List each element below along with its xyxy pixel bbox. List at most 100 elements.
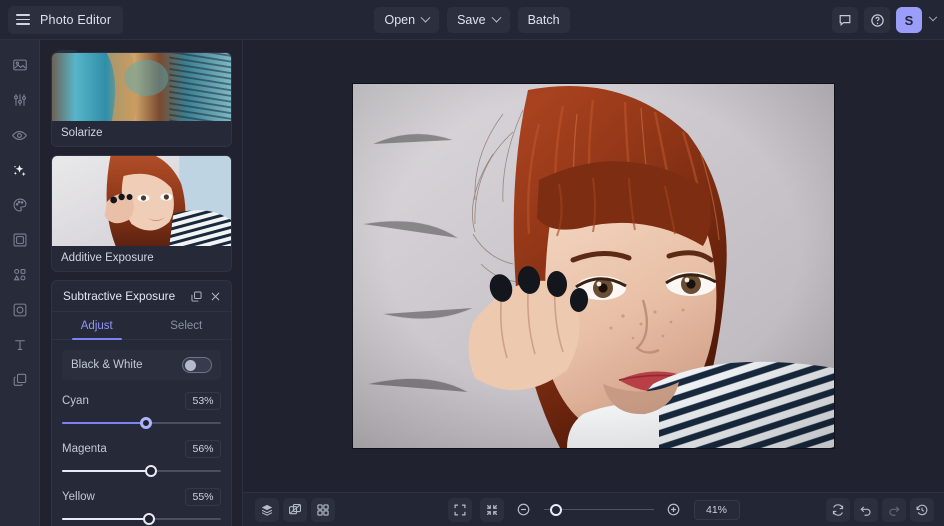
solarize-preview	[52, 53, 231, 121]
sidebar-item-image[interactable]	[6, 52, 34, 78]
chat-bubble-icon	[838, 13, 852, 27]
compare-icon	[288, 503, 302, 517]
sidebar-item-adjust[interactable]	[6, 87, 34, 113]
zoom-in-button[interactable]	[662, 498, 686, 522]
batch-label: Batch	[528, 13, 560, 27]
edited-photo	[353, 84, 834, 448]
fit-screen-button[interactable]	[448, 498, 472, 522]
save-button[interactable]: Save	[447, 7, 510, 33]
slider-yellow-label: Yellow	[62, 491, 95, 503]
zoom-out-button[interactable]	[512, 498, 536, 522]
palette-icon	[12, 197, 28, 213]
active-effect-header: Subtractive Exposure	[52, 281, 231, 312]
close-button[interactable]	[209, 290, 222, 303]
slider-yellow-value[interactable]: 55%	[185, 488, 221, 506]
compare-button[interactable]	[283, 498, 307, 522]
black-white-toggle[interactable]	[182, 357, 212, 373]
slider-cyan: Cyan 53%	[62, 392, 221, 429]
grid-icon	[316, 503, 330, 517]
slider-magenta-handle[interactable]	[145, 465, 157, 477]
canvas-area[interactable]	[242, 40, 944, 492]
slider-cyan-fill	[62, 422, 146, 424]
history-icon	[915, 503, 929, 517]
sparkles-icon	[11, 162, 28, 179]
eye-icon	[11, 127, 28, 144]
layers-icon	[12, 372, 28, 388]
active-effect-panel: Subtractive Exposure Adjust Select	[51, 280, 232, 526]
actual-size-button[interactable]	[480, 498, 504, 522]
avatar[interactable]: S	[896, 7, 922, 33]
batch-button[interactable]: Batch	[518, 7, 570, 33]
active-effect-title: Subtractive Exposure	[63, 289, 184, 303]
sidebar-item-effects[interactable]	[6, 157, 34, 183]
shapes-icon	[12, 267, 28, 283]
adjust-controls: Black & White Cyan 53%	[52, 340, 231, 526]
duplicate-icon	[190, 290, 203, 303]
slider-yellow: Yellow 55%	[62, 488, 221, 525]
history-tools	[826, 498, 934, 522]
duplicate-button[interactable]	[190, 290, 203, 303]
brand-area: Photo Editor	[8, 6, 123, 34]
list-item[interactable]: Additive Exposure	[51, 155, 232, 272]
zoom-slider-handle[interactable]	[550, 504, 562, 516]
help-button[interactable]	[864, 7, 890, 33]
undo-icon	[859, 503, 873, 517]
effects-panel: Darkroom	[41, 40, 242, 526]
layers-stack-button[interactable]	[255, 498, 279, 522]
zoom-in-icon	[666, 502, 681, 517]
reset-button[interactable]	[826, 498, 850, 522]
chevron-down-icon	[491, 12, 501, 22]
effect-list: Solarize	[41, 52, 242, 272]
redo-button[interactable]	[882, 498, 906, 522]
hamburger-icon[interactable]	[16, 14, 30, 25]
slider-magenta-fill	[62, 470, 151, 472]
photo-canvas[interactable]	[353, 84, 834, 448]
grid-button[interactable]	[311, 498, 335, 522]
slider-yellow-track[interactable]	[62, 513, 221, 525]
toggle-knob	[185, 360, 196, 371]
fit-screen-icon	[453, 503, 467, 517]
slider-yellow-fill	[62, 518, 149, 520]
slider-magenta-track[interactable]	[62, 465, 221, 477]
file-actions: Open Save Batch	[0, 0, 944, 40]
question-circle-icon	[870, 13, 885, 28]
slider-magenta-label: Magenta	[62, 443, 107, 455]
top-toolbar: Photo Editor Open Save Batch	[0, 0, 944, 40]
sidebar-item-shapes[interactable]	[6, 262, 34, 288]
save-label: Save	[457, 13, 486, 27]
sidebar-item-preview[interactable]	[6, 122, 34, 148]
sidebar-item-text[interactable]	[6, 332, 34, 358]
feedback-button[interactable]	[832, 7, 858, 33]
zoom-out-icon	[516, 502, 531, 517]
chevron-down-icon[interactable]	[929, 13, 937, 21]
list-item[interactable]: Solarize	[51, 52, 232, 147]
text-icon	[12, 337, 28, 353]
history-button[interactable]	[910, 498, 934, 522]
list-item-label: Solarize	[52, 121, 231, 146]
slider-yellow-handle[interactable]	[143, 513, 155, 525]
view-tools-left	[255, 498, 335, 522]
slider-cyan-track[interactable]	[62, 417, 221, 429]
zoom-level-value[interactable]: 41%	[694, 500, 740, 520]
sidebar-item-mask[interactable]	[6, 297, 34, 323]
tab-adjust[interactable]: Adjust	[52, 312, 142, 339]
open-button[interactable]: Open	[374, 7, 439, 33]
slider-cyan-handle[interactable]	[140, 417, 152, 429]
sidebar-item-layers[interactable]	[6, 367, 34, 393]
additive-exposure-preview	[52, 156, 231, 246]
slider-magenta-value[interactable]: 56%	[185, 440, 221, 458]
slider-cyan-value[interactable]: 53%	[185, 392, 221, 410]
app-menu-button[interactable]: Photo Editor	[8, 6, 123, 34]
photo-editor-window: Photo Editor Open Save Batch	[0, 0, 944, 526]
tool-rail	[0, 40, 40, 526]
slider-magenta: Magenta 56%	[62, 440, 221, 477]
adjust-sliders-icon	[12, 92, 28, 108]
sidebar-item-frames[interactable]	[6, 227, 34, 253]
undo-button[interactable]	[854, 498, 878, 522]
layers-stack-icon	[260, 503, 274, 517]
close-icon	[209, 290, 222, 303]
zoom-slider[interactable]	[544, 504, 654, 516]
tab-select[interactable]: Select	[142, 312, 232, 339]
sidebar-item-color[interactable]	[6, 192, 34, 218]
app-title: Photo Editor	[40, 13, 111, 27]
